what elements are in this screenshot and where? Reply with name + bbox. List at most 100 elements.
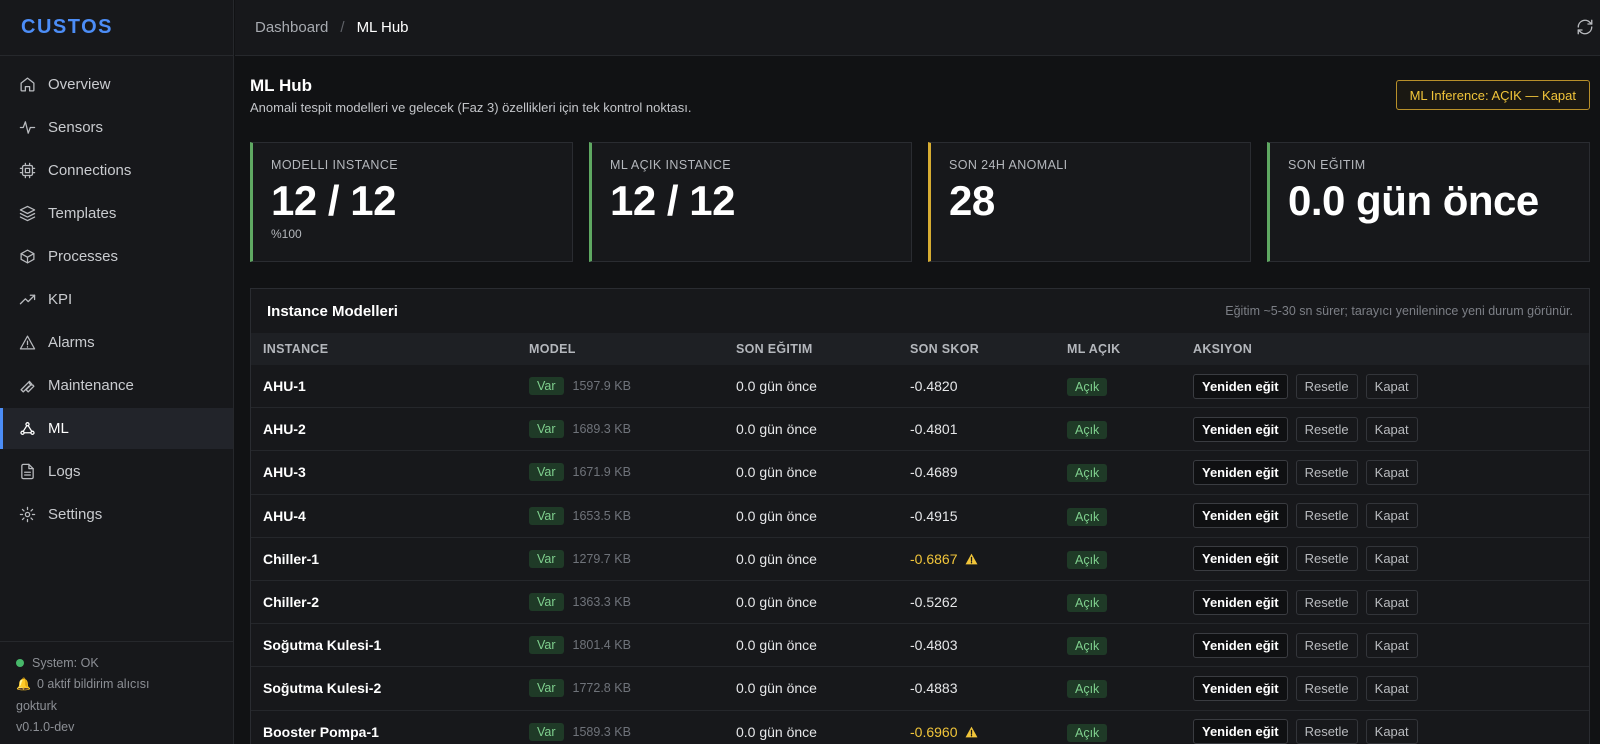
- column-header-instance: INSTANCE: [263, 342, 329, 356]
- disable-button[interactable]: Kapat: [1365, 373, 1418, 399]
- sidebar-item-connections[interactable]: Connections: [0, 150, 233, 191]
- ml-status-badge: Açık: [1067, 723, 1108, 742]
- home-icon: [18, 76, 36, 94]
- model-cell: Var 1279.7 KB: [529, 549, 736, 568]
- retrain-button[interactable]: Yeniden eğit: [1193, 416, 1288, 442]
- sidebar-item-maintenance[interactable]: Maintenance: [0, 365, 233, 406]
- last-score: -0.5262: [910, 594, 958, 611]
- sidebar-item-processes[interactable]: Processes: [0, 236, 233, 277]
- actions-cell: Yeniden eğit Resetle Kapat: [1193, 632, 1589, 658]
- reset-button[interactable]: Resetle: [1295, 546, 1358, 572]
- model-cell: Var 1597.9 KB: [529, 377, 736, 396]
- table-body: AHU-1 Var 1597.9 KB 0.0 gün önce -0.4820 Açık…: [251, 365, 1589, 744]
- breadcrumb-dashboard[interactable]: Dashboard: [255, 19, 328, 36]
- table-row: AHU-1 Var 1597.9 KB 0.0 gün önce -0.4820 Açık…: [251, 365, 1589, 409]
- table-row: AHU-4 Var 1653.5 KB 0.0 gün önce -0.4915 Açık…: [251, 495, 1589, 538]
- model-badge: Var: [529, 636, 564, 655]
- score-cell: -0.5262: [910, 594, 1067, 610]
- retrain-button[interactable]: Yeniden eğit: [1193, 373, 1288, 399]
- model-badge: Var: [529, 593, 564, 612]
- retrain-button[interactable]: Yeniden eğit: [1193, 459, 1288, 485]
- sidebar-item-templates[interactable]: Templates: [0, 193, 233, 234]
- last-score: -0.4915: [910, 507, 958, 524]
- table-header: INSTANCE MODEL SON EĞITIM SON SKOR ML AÇ…: [251, 333, 1589, 365]
- instance-name: Soğutma Kulesi-2: [263, 680, 382, 697]
- reset-button[interactable]: Resetle: [1295, 459, 1358, 485]
- model-cell: Var 1589.3 KB: [529, 722, 736, 741]
- retrain-button[interactable]: Yeniden eğit: [1193, 632, 1288, 658]
- reset-button[interactable]: Resetle: [1295, 373, 1358, 399]
- topbar: Dashboard / ML Hub: [235, 0, 1600, 56]
- score-cell: -0.4801: [910, 421, 1067, 437]
- sidebar-item-sensors[interactable]: Sensors: [0, 107, 233, 148]
- ml-open-cell: Açık: [1067, 680, 1193, 699]
- notification-count: 🔔 0 aktif bildirim alıcısı: [16, 677, 150, 692]
- disable-button[interactable]: Kapat: [1365, 503, 1418, 529]
- alert-icon: [18, 334, 36, 352]
- instance-name: AHU-3: [263, 464, 306, 481]
- breadcrumb-current: ML Hub: [356, 19, 409, 36]
- stat-label: SON EĞITIM: [1288, 158, 1366, 172]
- ml-open-cell: Açık: [1067, 464, 1193, 483]
- chip-icon: [18, 162, 36, 180]
- disable-button[interactable]: Kapat: [1365, 589, 1418, 615]
- ml-status-badge: Açık: [1067, 421, 1108, 440]
- warning-icon: [966, 553, 978, 565]
- sidebar-item-kpi[interactable]: KPI: [0, 279, 233, 320]
- reset-button[interactable]: Resetle: [1295, 416, 1358, 442]
- sidebar-item-label: Connections: [48, 162, 132, 179]
- last-training: 0.0 gün önce: [736, 378, 817, 395]
- disable-button[interactable]: Kapat: [1365, 416, 1418, 442]
- ml-inference-toggle-button[interactable]: ML Inference: AÇIK — Kapat: [1395, 80, 1590, 110]
- sidebar-item-settings[interactable]: Settings: [0, 494, 233, 535]
- model-badge: Var: [529, 377, 564, 396]
- reset-button[interactable]: Resetle: [1295, 589, 1358, 615]
- refresh-icon[interactable]: [1576, 18, 1596, 38]
- reset-button[interactable]: Resetle: [1295, 503, 1358, 529]
- disable-button[interactable]: Kapat: [1365, 546, 1418, 572]
- sidebar-item-alarms[interactable]: Alarms: [0, 322, 233, 363]
- reset-button[interactable]: Resetle: [1295, 719, 1358, 744]
- score-cell: -0.4820: [910, 378, 1067, 394]
- ml-status-badge: Açık: [1067, 680, 1108, 699]
- retrain-button[interactable]: Yeniden eğit: [1193, 589, 1288, 615]
- stat-value: 0.0 gün önce: [1288, 177, 1539, 224]
- model-badge: Var: [529, 722, 564, 741]
- ml-open-cell: Açık: [1067, 594, 1193, 613]
- reset-button[interactable]: Resetle: [1295, 675, 1358, 701]
- disable-button[interactable]: Kapat: [1365, 719, 1418, 744]
- disable-button[interactable]: Kapat: [1365, 675, 1418, 701]
- sidebar-item-logs[interactable]: Logs: [0, 451, 233, 492]
- stat-card-modelled: MODELLI INSTANCE 12 / 12 %100: [250, 142, 573, 262]
- file-icon: [18, 463, 36, 481]
- model-badge: Var: [529, 463, 564, 482]
- model-size: 1653.5 KB: [572, 508, 631, 523]
- reset-button[interactable]: Resetle: [1295, 632, 1358, 658]
- model-cell: Var 1671.9 KB: [529, 463, 736, 482]
- network-icon: [18, 420, 36, 438]
- last-training: 0.0 gün önce: [736, 507, 817, 524]
- column-header-last-training: SON EĞITIM: [736, 342, 813, 356]
- sidebar-item-overview[interactable]: Overview: [0, 64, 233, 105]
- retrain-button[interactable]: Yeniden eğit: [1193, 546, 1288, 572]
- stat-card-last-training: SON EĞITIM 0.0 gün önce: [1267, 142, 1590, 262]
- stat-value: 12 / 12: [610, 177, 735, 224]
- score-cell: -0.6960: [910, 724, 1067, 740]
- instance-name: Chiller-1: [263, 550, 320, 567]
- stat-label: MODELLI INSTANCE: [271, 158, 399, 172]
- retrain-button[interactable]: Yeniden eğit: [1193, 719, 1288, 744]
- table-row: AHU-2 Var 1689.3 KB 0.0 gün önce -0.4801 Açık…: [251, 408, 1589, 452]
- last-training: 0.0 gün önce: [736, 550, 817, 567]
- model-size: 1589.3 KB: [572, 724, 631, 739]
- sidebar-item-label: Overview: [48, 76, 111, 93]
- actions-cell: Yeniden eğit Resetle Kapat: [1193, 416, 1589, 442]
- disable-button[interactable]: Kapat: [1365, 459, 1418, 485]
- disable-button[interactable]: Kapat: [1365, 632, 1418, 658]
- status-dot-icon: [16, 658, 24, 667]
- last-score: -0.6867: [910, 550, 958, 567]
- retrain-button[interactable]: Yeniden eğit: [1193, 675, 1288, 701]
- brand-logo[interactable]: CUSTOS: [0, 0, 233, 56]
- instance-name: Chiller-2: [263, 594, 320, 611]
- sidebar-item-ml[interactable]: ML: [0, 408, 233, 449]
- retrain-button[interactable]: Yeniden eğit: [1193, 503, 1288, 529]
